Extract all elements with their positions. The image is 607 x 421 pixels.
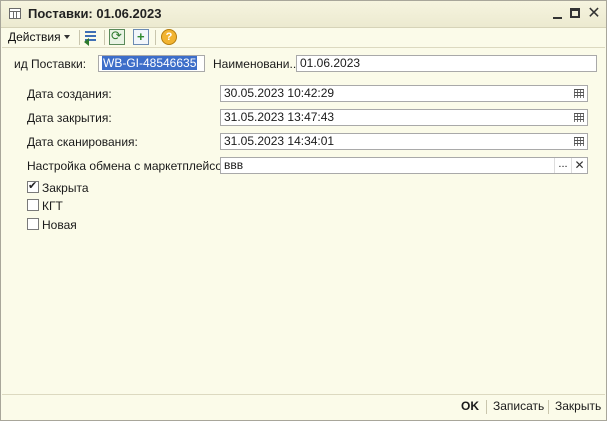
- close-icon[interactable]: ✕: [586, 6, 602, 22]
- table-icon: [9, 8, 21, 19]
- clear-icon[interactable]: ✕: [571, 158, 587, 173]
- id-value: WB-GI-48546635: [102, 56, 198, 70]
- list-back-icon[interactable]: [83, 29, 99, 46]
- scanned-value: 31.05.2023 14:34:01: [224, 134, 335, 148]
- name-label: Наименовани...: [213, 57, 300, 71]
- calendar-icon[interactable]: [572, 87, 586, 100]
- refresh-icon[interactable]: [109, 28, 125, 45]
- close-button[interactable]: Закрыть: [555, 399, 601, 413]
- created-date-field[interactable]: 30.05.2023 10:42:29: [220, 85, 588, 102]
- toolbar-separator: [79, 30, 80, 45]
- closed-checkbox-label: Закрыта: [42, 181, 89, 195]
- name-value: 01.06.2023: [300, 56, 361, 70]
- maximize-button[interactable]: [568, 6, 584, 22]
- kgt-checkbox[interactable]: [27, 199, 39, 211]
- form-window: Поставки: 01.06.2023 ✕ Действия ? ид Пос…: [0, 0, 607, 421]
- toolbar-separator: [104, 30, 105, 45]
- calendar-icon[interactable]: [572, 135, 586, 148]
- help-icon[interactable]: ?: [161, 29, 177, 45]
- footer-separator: [486, 400, 487, 414]
- calendar-icon[interactable]: [572, 111, 586, 124]
- id-label: ид Поставки:: [14, 57, 87, 71]
- title-bar: Поставки: 01.06.2023 ✕: [1, 1, 606, 28]
- new-checkbox[interactable]: [27, 218, 39, 230]
- actions-menu-button[interactable]: Действия: [8, 30, 70, 44]
- closed-date-field[interactable]: 31.05.2023 13:47:43: [220, 109, 588, 126]
- closed-label: Дата закрытия:: [27, 111, 112, 125]
- ok-button[interactable]: OK: [461, 399, 479, 413]
- exchange-label: Настройка обмена с маркетплейсо...: [27, 159, 233, 173]
- footer-bar: OK Записать Закрыть: [2, 394, 605, 420]
- toolbar: Действия ?: [2, 27, 605, 48]
- toolbar-separator: [155, 30, 156, 45]
- save-button[interactable]: Записать: [493, 399, 544, 413]
- name-field[interactable]: 01.06.2023: [296, 55, 597, 72]
- created-label: Дата создания:: [27, 87, 112, 101]
- closed-value: 31.05.2023 13:47:43: [224, 110, 335, 124]
- scanned-label: Дата сканирования:: [27, 135, 138, 149]
- actions-label: Действия: [8, 30, 61, 44]
- created-value: 30.05.2023 10:42:29: [224, 86, 335, 100]
- closed-checkbox[interactable]: [27, 179, 39, 193]
- exchange-setting-field[interactable]: ввв... ✕: [220, 157, 588, 174]
- scanned-date-field[interactable]: 31.05.2023 14:34:01: [220, 133, 588, 150]
- kgt-checkbox-label: КГТ: [42, 199, 63, 213]
- window-title: Поставки: 01.06.2023: [28, 6, 162, 21]
- footer-separator: [548, 400, 549, 414]
- select-ellipsis-button[interactable]: ...: [554, 158, 571, 173]
- chevron-down-icon: [63, 35, 70, 39]
- exchange-value: ввв: [224, 158, 244, 172]
- add-copy-icon[interactable]: [133, 29, 149, 45]
- new-checkbox-label: Новая: [42, 218, 77, 232]
- id-field[interactable]: WB-GI-48546635: [98, 55, 205, 72]
- minimize-button[interactable]: [550, 6, 566, 22]
